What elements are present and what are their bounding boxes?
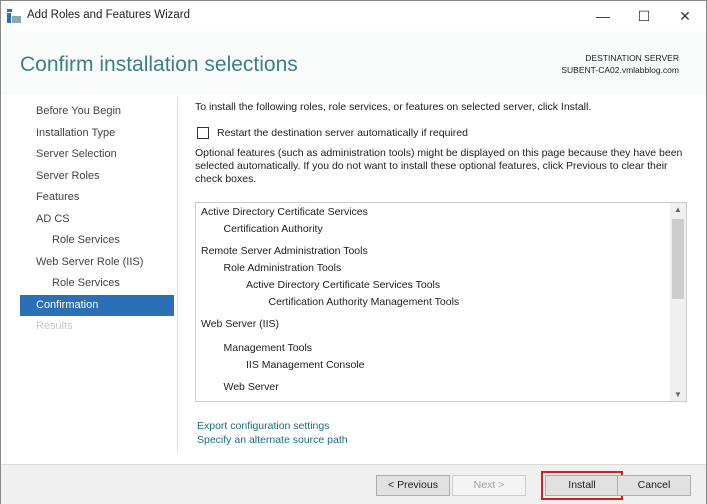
list-item: IIS Management Console xyxy=(246,359,365,371)
list-item: Role Administration Tools xyxy=(223,262,342,274)
destination-label: DESTINATION SERVER xyxy=(585,53,679,63)
scroll-thumb[interactable] xyxy=(672,219,684,299)
window-title: Add Roles and Features Wizard xyxy=(27,9,190,21)
intro-text: To install the following roles, role ser… xyxy=(195,101,592,113)
nav-item[interactable]: Confirmation xyxy=(20,294,174,316)
minimize-button[interactable]: — xyxy=(583,5,623,27)
nav-item[interactable]: Role Services xyxy=(20,273,174,295)
list-item: Web Server (IIS) xyxy=(201,318,279,330)
nav-item[interactable]: Installation Type xyxy=(20,123,174,145)
wizard-nav: Before You Begin Installation Type Server … xyxy=(20,101,174,338)
scroll-up-icon[interactable]: ▲ xyxy=(670,205,686,214)
scrollbar[interactable]: ▲ ▼ xyxy=(670,203,686,401)
title-bar: Add Roles and Features Wizard — ☐ ✕ xyxy=(1,1,706,31)
nav-item[interactable]: Before You Begin xyxy=(20,101,174,123)
wizard-window: Add Roles and Features Wizard — ☐ ✕ Conf… xyxy=(0,0,707,504)
scroll-down-icon[interactable]: ▼ xyxy=(670,390,686,399)
next-button[interactable]: Next > xyxy=(452,475,526,496)
nav-item[interactable]: Server Roles xyxy=(20,166,174,188)
list-item: Active Directory Certificate Services xyxy=(201,206,368,218)
destination-server: DESTINATION SERVER SUBENT-CA02.vmlabblog… xyxy=(561,52,679,76)
nav-item[interactable]: AD CS xyxy=(20,209,174,231)
nav-item[interactable]: Web Server Role (IIS) xyxy=(20,252,174,274)
cancel-button[interactable]: Cancel xyxy=(617,475,691,496)
close-button[interactable]: ✕ xyxy=(665,5,705,27)
previous-button[interactable]: < Previous xyxy=(376,475,450,496)
nav-item[interactable]: Features xyxy=(20,187,174,209)
restart-checkbox[interactable]: Restart the destination server automatic… xyxy=(197,127,468,139)
list-item: Remote Server Administration Tools xyxy=(201,245,368,257)
page-title: Confirm installation selections xyxy=(20,53,298,76)
content-pane: To install the following roles, role ser… xyxy=(177,97,697,452)
destination-server-name: SUBENT-CA02.vmlabblog.com xyxy=(561,65,679,75)
export-config-link[interactable]: Export configuration settings xyxy=(197,420,330,432)
list-item: Active Directory Certificate Services To… xyxy=(246,279,441,291)
alternate-source-link[interactable]: Specify an alternate source path xyxy=(197,434,348,446)
restart-label: Restart the destination server automatic… xyxy=(217,127,468,139)
nav-item[interactable]: Server Selection xyxy=(20,144,174,166)
list-item: Certification Authority Management Tools xyxy=(268,296,460,308)
server-manager-icon xyxy=(7,9,21,23)
nav-item: Results xyxy=(36,320,73,332)
list-item: Certification Authority xyxy=(223,223,323,235)
nav-item[interactable]: Role Services xyxy=(20,230,174,252)
list-item: Web Server xyxy=(223,381,279,393)
maximize-button[interactable]: ☐ xyxy=(624,5,664,27)
install-button[interactable]: Install xyxy=(545,475,619,496)
optional-features-text: Optional features (such as administratio… xyxy=(195,147,683,185)
checkbox-box[interactable] xyxy=(197,127,209,139)
list-item: Management Tools xyxy=(223,342,313,354)
selection-list: ▲ ▼ Active Directory Certificate Service… xyxy=(195,202,687,402)
